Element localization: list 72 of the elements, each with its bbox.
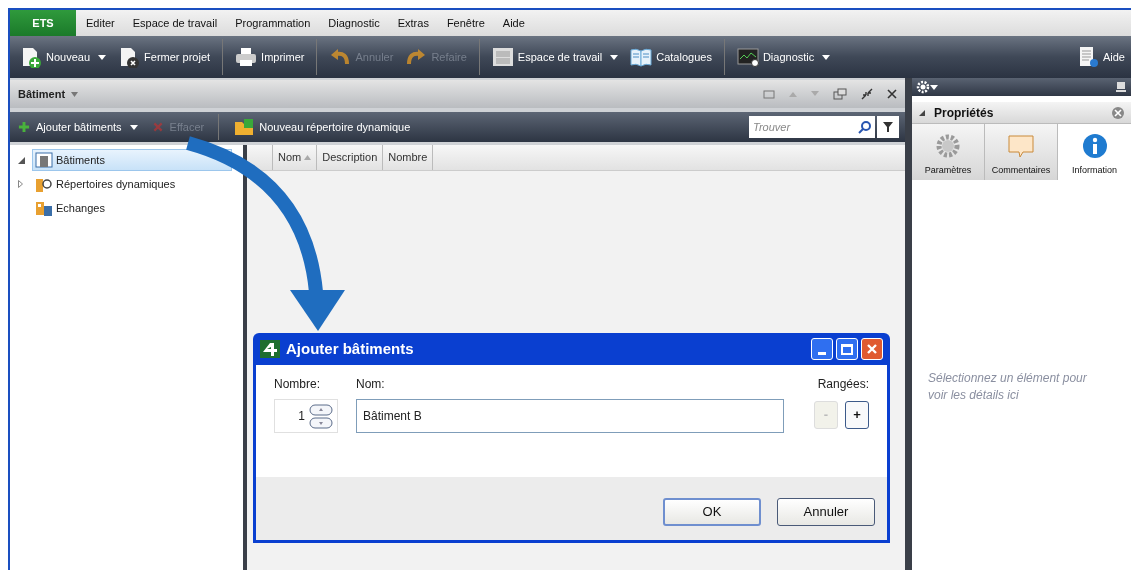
window-icon[interactable]	[763, 89, 775, 99]
document-x-icon	[118, 46, 141, 68]
count-value: 1	[298, 408, 305, 425]
dialog-button[interactable]: Annuler	[777, 497, 875, 526]
toolbar-button[interactable]: Nouveau	[14, 36, 113, 78]
column-header[interactable]: Nombre	[382, 145, 434, 170]
name-label: Nom:	[356, 376, 386, 393]
toolbar-button[interactable]: Catalogues	[624, 36, 718, 78]
close-icon	[866, 343, 878, 355]
app-menu-button[interactable]: ETS	[10, 10, 76, 36]
folder-plus-icon	[233, 116, 256, 138]
tree-item[interactable]: Répertoires dynamiques	[32, 173, 217, 195]
collapse-icon[interactable]	[861, 88, 873, 100]
menu-item[interactable]: Fenêtre	[438, 14, 493, 32]
restore-icon[interactable]	[833, 88, 847, 100]
properties-tab[interactable]: Paramètres	[912, 124, 985, 180]
toolbar-button[interactable]: Espace de travail	[485, 36, 625, 78]
menu-item[interactable]: Programmation	[227, 14, 319, 32]
gear-icon[interactable]	[916, 80, 938, 94]
toolbar-button[interactable]: Ajouter bâtiments	[10, 112, 144, 142]
search-icon[interactable]	[858, 120, 872, 134]
spin-down-icon[interactable]	[309, 416, 333, 429]
toolbar-button[interactable]: Imprimer	[229, 36, 311, 78]
column-header[interactable]: Description	[316, 145, 383, 170]
building-exchange-icon	[35, 199, 53, 217]
menu-item[interactable]: Aide	[494, 14, 533, 32]
open-book-icon	[630, 46, 653, 68]
splitter[interactable]	[243, 145, 247, 570]
sort-up-icon	[304, 155, 312, 160]
info-icon	[1080, 131, 1109, 160]
close-button[interactable]	[861, 338, 883, 360]
row-button[interactable]: +	[845, 401, 869, 429]
tree-item[interactable]: Echanges	[32, 197, 146, 219]
building-icon	[35, 151, 53, 169]
dialog-button[interactable]: OK	[663, 497, 761, 526]
count-spinner[interactable]: 1	[274, 399, 338, 433]
menu-item[interactable]: Extras	[389, 14, 437, 32]
properties-tab[interactable]: Commentaires	[985, 124, 1058, 180]
menu-item[interactable]: Editer	[78, 14, 123, 32]
expanded-triangle-icon[interactable]	[18, 156, 25, 164]
menu-item[interactable]: Espace de travail	[124, 14, 226, 32]
properties-title: Propriétés	[934, 104, 994, 122]
close-icon[interactable]	[887, 89, 897, 99]
printer-icon	[235, 46, 258, 68]
app-icon	[260, 340, 280, 358]
collapsed-triangle-icon[interactable]	[18, 180, 23, 188]
toolbar-button[interactable]: Nouveau répertoire dynamique	[227, 112, 417, 142]
toolbar-button[interactable]: Diagnostic	[730, 36, 837, 78]
name-field[interactable]: Bâtiment B	[356, 399, 784, 433]
panel-title[interactable]: Bâtiment	[18, 85, 66, 103]
menu-item[interactable]: Diagnostic	[320, 14, 388, 32]
caret-icon[interactable]	[71, 91, 79, 97]
hint-text: Sélectionnez un élément pour	[928, 370, 1088, 387]
monitor-chart-icon	[736, 46, 759, 68]
column-header[interactable]: Nom	[272, 145, 317, 170]
rows-label: Rangées:	[817, 376, 869, 393]
toolbar-button[interactable]: Aide	[1070, 36, 1131, 78]
collapse-triangle-icon[interactable]	[918, 108, 926, 117]
dialog-title: Ajouter bâtiments	[286, 338, 414, 359]
plus-icon	[16, 119, 32, 135]
spin-up-icon[interactable]	[309, 403, 333, 416]
count-label: Nombre:	[274, 376, 321, 393]
toolbar-button[interactable]: Fermer projet	[112, 36, 217, 78]
hint-text: voir les détails ici	[928, 387, 1020, 404]
document-plus-icon	[20, 46, 42, 68]
maximize-button[interactable]	[836, 338, 858, 360]
filter-button[interactable]	[877, 116, 899, 138]
minimize-button[interactable]	[811, 338, 833, 360]
panel-layout-icon	[491, 46, 514, 68]
filter-icon	[882, 121, 894, 133]
search-field[interactable]: Trouver	[749, 116, 875, 138]
tree-item[interactable]: Bâtiments	[32, 149, 232, 171]
